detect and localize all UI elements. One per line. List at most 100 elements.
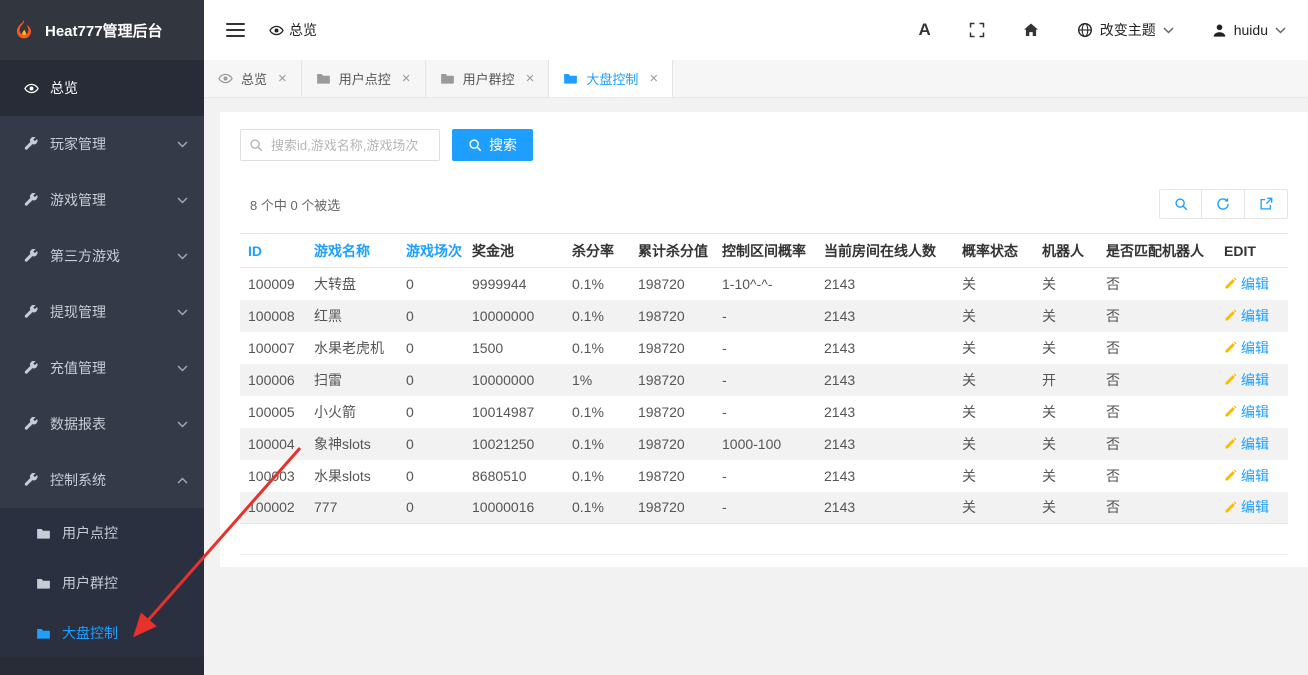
user-menu[interactable]: huidu [1212,22,1286,38]
table-cell: 否 [1098,300,1216,332]
fullscreen-icon[interactable] [969,22,985,38]
table-cell: 9999944 [464,268,564,300]
edit-link[interactable]: 编辑 [1224,338,1269,358]
tab-user-group-control[interactable]: 用户群控× [426,60,550,97]
table-cell: 关 [1034,332,1098,364]
edit-link[interactable]: 编辑 [1224,497,1269,517]
column-header: 机器人 [1034,234,1098,268]
sidebar-item-withdrawal-management[interactable]: 提现管理 [0,284,204,340]
table-cell: 红黑 [306,300,398,332]
wrench-icon [24,137,39,152]
table-cell: - [714,332,816,364]
chevron-down-icon [1163,27,1174,34]
sidebar-item-player-management[interactable]: 玩家管理 [0,116,204,172]
table-cell: 0.1% [564,460,630,492]
column-header[interactable]: 游戏名称 [306,234,398,268]
table-cell: 关 [954,492,1034,524]
table-cell: 8680510 [464,460,564,492]
chevron-down-icon [177,197,188,204]
edit-link-label: 编辑 [1241,434,1269,454]
close-icon[interactable]: × [402,71,411,86]
sidebar-item-user-group-control[interactable]: 用户群控 [0,558,204,608]
table-cell: 100006 [240,364,306,396]
table-cell: 关 [954,460,1034,492]
table-cell-edit: 编辑 [1216,332,1288,364]
edit-link[interactable]: 编辑 [1224,434,1269,454]
sidebar-item-game-management[interactable]: 游戏管理 [0,172,204,228]
edit-link[interactable]: 编辑 [1224,306,1269,326]
table-cell: 关 [954,428,1034,460]
pencil-icon [1224,309,1237,322]
search-button[interactable]: 搜索 [452,129,533,161]
edit-link[interactable]: 编辑 [1224,402,1269,422]
tab-user-point-control[interactable]: 用户点控× [302,60,426,97]
column-header[interactable]: ID [240,234,306,268]
search-button-label: 搜索 [489,135,517,155]
column-header: 奖金池 [464,234,564,268]
edit-link[interactable]: 编辑 [1224,370,1269,390]
sidebar-item-control-system[interactable]: 控制系统 [0,452,204,508]
theme-menu[interactable]: 改变主题 [1077,20,1174,40]
column-header: 当前房间在线人数 [816,234,954,268]
tab-label: 总览 [241,69,267,88]
pencil-icon [1224,501,1237,514]
topnav-overview[interactable]: 总览 [269,20,317,40]
table-body: 100009大转盘099999440.1%1987201-10^-^-2143关… [240,268,1288,524]
eye-icon [218,71,233,86]
table-cell: 0 [398,460,464,492]
font-size-icon[interactable]: A [918,20,930,40]
table-cell: 2143 [816,268,954,300]
sidebar-item-data-reports[interactable]: 数据报表 [0,396,204,452]
table-cell: 0.1% [564,396,630,428]
app-window: Heat777管理后台 总览玩家管理游戏管理第三方游戏提现管理充值管理数据报表控… [0,0,1308,675]
table-cell: 100003 [240,460,306,492]
table-cell: 小火箭 [306,396,398,428]
column-header: EDIT [1216,234,1288,268]
close-icon[interactable]: × [526,71,535,86]
edit-link[interactable]: 编辑 [1224,466,1269,486]
sidebar-item-overview[interactable]: 总览 [0,60,204,116]
table-cell: 关 [1034,300,1098,332]
tab-overview[interactable]: 总览 × [204,60,302,97]
table-cell-edit: 编辑 [1216,492,1288,524]
sidebar-item-label: 充值管理 [50,358,106,378]
table-cell: 198720 [630,300,714,332]
table-cell-edit: 编辑 [1216,364,1288,396]
sidebar-item-third-party-games[interactable]: 第三方游戏 [0,228,204,284]
sidebar-item-user-point-control[interactable]: 用户点控 [0,508,204,558]
pencil-icon [1224,437,1237,450]
eye-icon [269,23,284,38]
close-icon[interactable]: × [649,71,658,86]
tab-dashboard-control[interactable]: 大盘控制× [549,60,673,97]
column-header: 杀分率 [564,234,630,268]
table-cell: 0 [398,396,464,428]
table-row: 100007水果老虎机015000.1%198720-2143关关否编辑 [240,332,1288,364]
wrench-icon [24,193,39,208]
table-cell: 0 [398,268,464,300]
sidebar: Heat777管理后台 总览玩家管理游戏管理第三方游戏提现管理充值管理数据报表控… [0,0,204,675]
table-cell: 关 [1034,396,1098,428]
table-cell: 否 [1098,428,1216,460]
search-input[interactable] [240,129,440,161]
table-cell: 开 [1034,364,1098,396]
menu-toggle-icon[interactable] [226,23,245,37]
table-cell: 关 [1034,460,1098,492]
wrench-icon [24,249,39,264]
sidebar-item-dashboard-control[interactable]: 大盘控制 [0,608,204,657]
sidebar-item-label: 用户群控 [62,573,118,593]
table-cell: 象神slots [306,428,398,460]
sidebar-item-recharge-management[interactable]: 充值管理 [0,340,204,396]
table-search-button[interactable] [1159,189,1202,219]
topbar-actions: A 改变主题 huidu [918,20,1286,40]
home-icon[interactable] [1023,22,1039,38]
sidebar-item-label: 玩家管理 [50,134,106,154]
wrench-icon [24,473,39,488]
close-icon[interactable]: × [278,71,287,86]
table-cell: 198720 [630,396,714,428]
edit-link[interactable]: 编辑 [1224,274,1269,294]
globe-icon [1077,22,1093,38]
table-refresh-button[interactable] [1202,189,1245,219]
table-export-button[interactable] [1245,189,1288,219]
column-header[interactable]: 游戏场次 [398,234,464,268]
chevron-down-icon [177,253,188,260]
